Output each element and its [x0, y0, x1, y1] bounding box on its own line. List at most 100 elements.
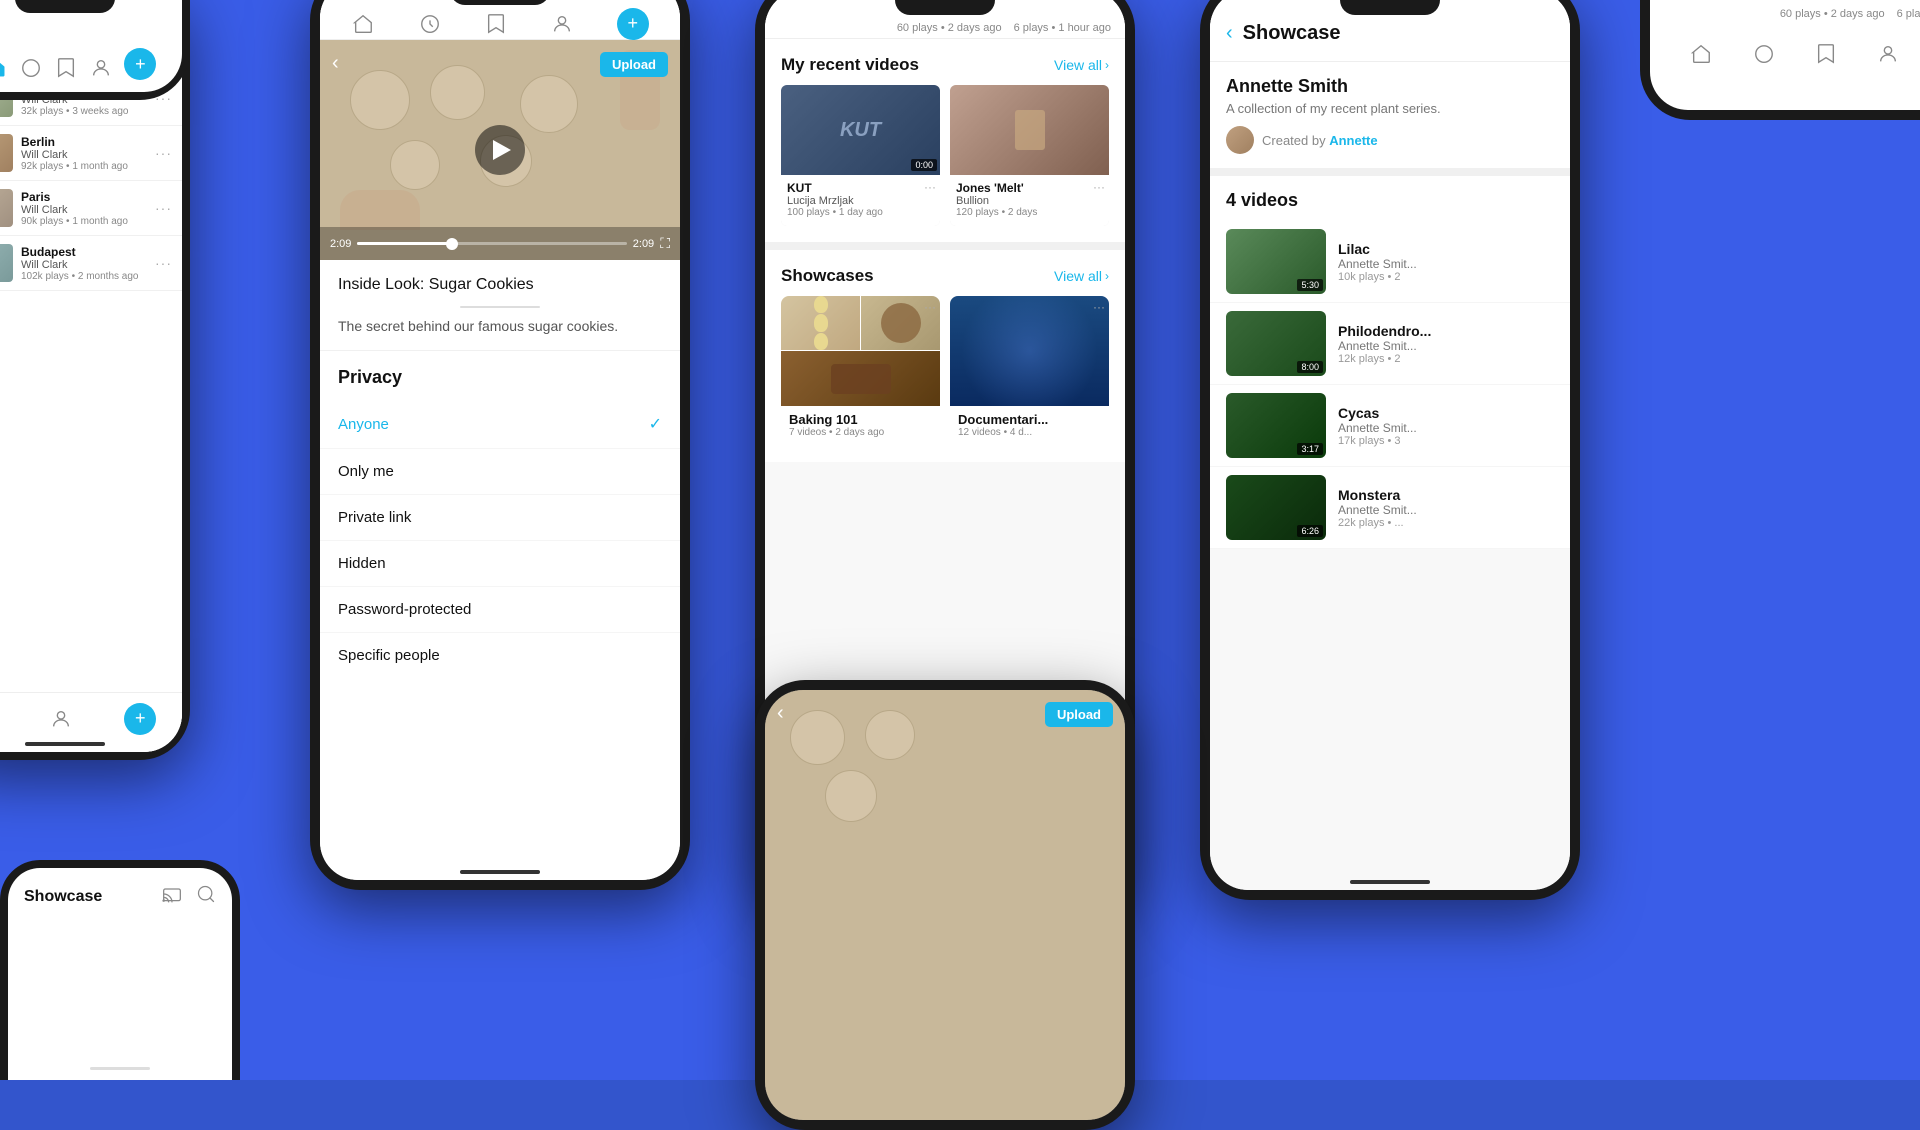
list-item[interactable]: 7:29 Berlin Will Clark 92k plays • 1 mon… — [0, 126, 182, 181]
showcase-name: Baking 101 — [789, 412, 932, 427]
nav-home[interactable] — [351, 12, 375, 36]
stat-left: 60 plays • 2 days ago — [897, 22, 1002, 34]
phone-right: ‹ Showcase Annette Smith A collection of… — [1200, 0, 1580, 900]
privacy-option-label: Anyone — [338, 416, 389, 433]
play-button[interactable] — [475, 125, 525, 175]
privacy-option-hidden[interactable]: Hidden — [320, 541, 680, 587]
duration-badge-kut: 0:00 — [911, 159, 937, 171]
upload-button-bottom[interactable]: Upload — [1045, 702, 1113, 727]
recent-video-card-jones[interactable]: Jones 'Melt' Bullion 120 plays • 2 days … — [950, 85, 1109, 226]
video-meta: 32k plays • 3 weeks ago — [21, 106, 147, 117]
showcase-card-documentary[interactable]: Documentari... 12 videos • 4 d... ··· — [950, 296, 1109, 446]
creator-name-link[interactable]: Annette — [1329, 133, 1377, 148]
nav-profile[interactable] — [49, 707, 73, 731]
privacy-option-password[interactable]: Password-protected — [320, 587, 680, 633]
more-button-jones[interactable]: ··· — [1093, 180, 1105, 194]
nav-bookmark[interactable] — [484, 12, 508, 36]
search-icon[interactable] — [196, 884, 216, 909]
video-author: Will Clark — [21, 259, 147, 271]
recent-video-card-kut[interactable]: KUT 0:00 KUT Lucija Mrzljak 100 plays • … — [781, 85, 940, 226]
video-info-jones: Jones 'Melt' Bullion 120 plays • 2 days — [950, 175, 1109, 226]
icon-row — [162, 884, 216, 909]
sv-title: Lilac — [1338, 241, 1554, 257]
view-all-link[interactable]: View all › — [1054, 57, 1109, 73]
phone-left: 7:29 Amsterdam Will Clark 12k plays • 2 … — [0, 0, 190, 760]
showcase-label-bar: Showcase — [8, 868, 232, 919]
privacy-option-label: Only me — [338, 463, 394, 480]
top-navigation: + — [320, 0, 680, 40]
more-button-kut[interactable]: ··· — [924, 180, 936, 194]
stat-right: 6 plays • 1 hour ago — [1014, 22, 1111, 34]
upload-button[interactable]: Upload — [600, 52, 668, 77]
showcase-meta: 7 videos • 2 days ago — [789, 427, 932, 438]
phone-top-right-partial: 60 plays • 2 days ago 6 plays • 1 hour a… — [1640, 0, 1920, 120]
sv-duration-cycas: 3:17 — [1297, 443, 1323, 455]
home-indicator-bottomleft — [90, 1067, 150, 1070]
sv-thumb-cycas: 3:17 — [1226, 393, 1326, 458]
more-button[interactable]: ··· — [155, 255, 172, 271]
showcase-card-baking[interactable]: Baking 101 7 videos • 2 days ago ··· — [781, 296, 940, 446]
sv-author: Annette Smit... — [1338, 421, 1554, 435]
notch-centerright — [895, 0, 995, 15]
video-meta: 92k plays • 1 month ago — [21, 161, 147, 172]
chevron-right-icon: › — [1105, 58, 1109, 72]
divider — [460, 306, 540, 308]
video-title: Inside Look: Sugar Cookies — [338, 276, 662, 294]
more-button-baking[interactable]: ··· — [924, 300, 936, 314]
privacy-option-onlyme[interactable]: Only me — [320, 449, 680, 495]
more-button-doc[interactable]: ··· — [1093, 300, 1105, 314]
phone-bottom-left-inner: Showcase — [8, 868, 232, 1080]
nav-add-button[interactable]: + — [124, 703, 156, 735]
sv-info-monstera: Monstera Annette Smit... 22k plays • ... — [1338, 487, 1554, 529]
top-stats-bar: 60 plays • 2 days ago 6 plays • 1 hour a… — [1650, 0, 1920, 24]
nav-profile-partial[interactable] — [89, 56, 113, 80]
nav-explore-partial[interactable] — [19, 56, 43, 80]
showcase-label: Showcase — [24, 888, 102, 906]
list-item[interactable]: 7:29 Paris Will Clark 90k plays • 1 mont… — [0, 181, 182, 236]
showcase-video-item-philo[interactable]: 8:00 Philodendro... Annette Smit... 12k … — [1210, 303, 1570, 385]
nav-add-button[interactable]: + — [617, 8, 649, 40]
showcase-video-item-lilac[interactable]: 5:30 Lilac Annette Smit... 10k plays • 2 — [1210, 221, 1570, 303]
video-list-screen: 7:29 Amsterdam Will Clark 12k plays • 2 … — [0, 0, 182, 752]
baking-thumb-1 — [781, 296, 860, 350]
rv-title: Jones 'Melt' — [956, 181, 1103, 195]
progress-track[interactable] — [357, 242, 626, 245]
sv-title: Philodendro... — [1338, 323, 1554, 339]
nav-profile-top-right[interactable] — [1876, 42, 1900, 66]
bottom-video-player: Upload ‹ — [765, 690, 1125, 1120]
video-info-section: Inside Look: Sugar Cookies The secret be… — [320, 260, 680, 351]
sv-plays: 17k plays • 3 — [1338, 435, 1554, 447]
sv-title: Monstera — [1338, 487, 1554, 503]
more-button[interactable]: ··· — [155, 145, 172, 161]
privacy-option-specific[interactable]: Specific people — [320, 633, 680, 678]
nav-explore[interactable] — [418, 12, 442, 36]
fullscreen-icon[interactable]: ⛶ — [660, 235, 670, 252]
privacy-option-privatelink[interactable]: Private link — [320, 495, 680, 541]
sv-author: Annette Smit... — [1338, 257, 1554, 271]
sv-title: Cycas — [1338, 405, 1554, 421]
nav-add-partial[interactable]: + — [124, 48, 156, 80]
nav-bar-partial-right: + — [1650, 24, 1920, 84]
back-button-bottom[interactable]: ‹ — [777, 702, 784, 725]
more-button[interactable]: ··· — [155, 200, 172, 216]
rv-plays: 100 plays • 1 day ago — [787, 207, 934, 218]
privacy-option-anyone[interactable]: Anyone ✓ — [320, 400, 680, 449]
nav-bookmark-partial[interactable] — [54, 56, 78, 80]
nav-explore-top-right[interactable] — [1752, 42, 1776, 66]
phone-bottom-left-partial: Showcase — [0, 860, 240, 1080]
rv-author: Bullion — [956, 195, 1103, 207]
showcases-header: Showcases View all › — [765, 250, 1125, 296]
showcases-view-all[interactable]: View all › — [1054, 268, 1109, 284]
showcase-video-item-cycas[interactable]: 3:17 Cycas Annette Smit... 17k plays • 3 — [1210, 385, 1570, 467]
nav-profile[interactable] — [550, 12, 574, 36]
showcase-name: Documentari... — [958, 412, 1101, 427]
list-item[interactable]: 7:29 Budapest Will Clark 102k plays • 2 … — [0, 236, 182, 291]
sv-thumb-philo: 8:00 — [1226, 311, 1326, 376]
nav-home-top-right[interactable] — [1689, 42, 1713, 66]
back-button[interactable]: ‹ — [332, 52, 339, 75]
nav-bookmark-top-right[interactable] — [1814, 42, 1838, 66]
back-arrow-icon[interactable]: ‹ — [1226, 22, 1233, 45]
showcase-video-item-monstera[interactable]: 6:26 Monstera Annette Smit... 22k plays … — [1210, 467, 1570, 549]
cast-icon[interactable] — [162, 884, 182, 909]
nav-home-partial[interactable] — [0, 56, 8, 80]
